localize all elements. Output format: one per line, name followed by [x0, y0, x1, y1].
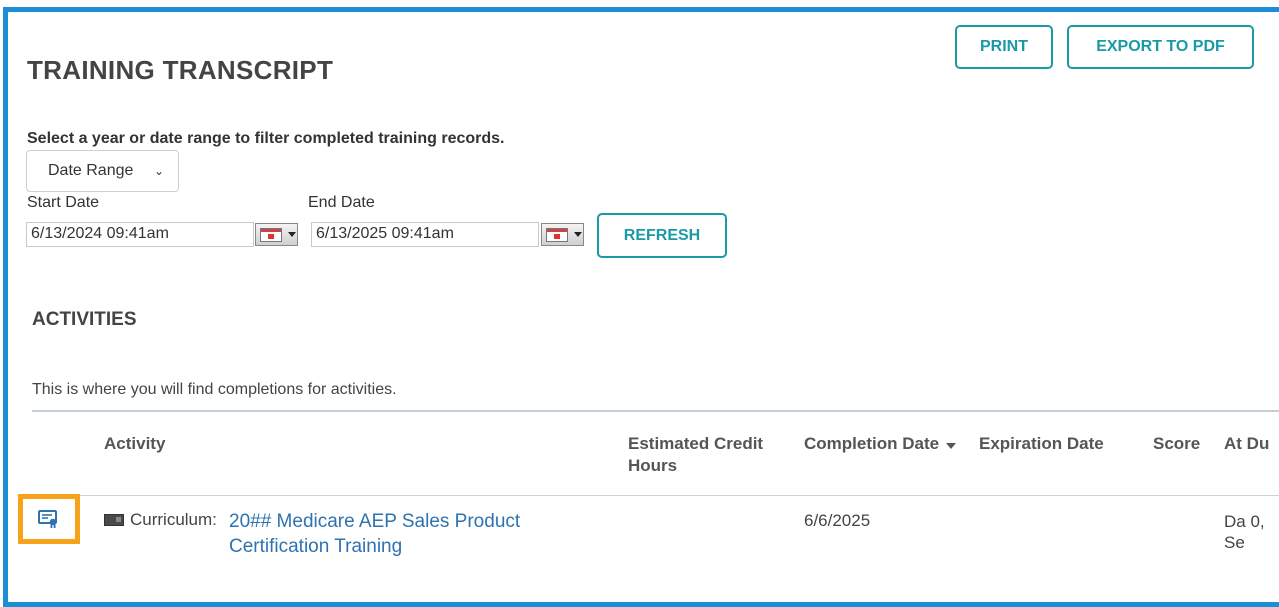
completion-date-header-label: Completion Date — [804, 434, 940, 453]
activity-title-link[interactable]: 20## Medicare AEP Sales Product Certific… — [229, 509, 589, 559]
calendar-icon — [260, 227, 282, 242]
divider — [32, 495, 1279, 496]
attempt-duration-value: Da 0, Se — [1224, 512, 1265, 552]
filter-mode-select[interactable]: Date Range ⌄ — [26, 150, 179, 192]
column-header-attempt-duration[interactable]: At Du — [1224, 433, 1279, 455]
dropdown-arrow-icon — [574, 232, 582, 237]
activities-description: This is where you will find completions … — [32, 381, 397, 398]
completion-date-value: 6/6/2025 — [804, 511, 871, 530]
divider — [32, 410, 1279, 412]
filter-mode-value: Date Range — [48, 162, 134, 179]
activity-type-label: Curriculum: — [130, 510, 217, 529]
end-date-label: End Date — [308, 194, 375, 211]
dropdown-arrow-icon — [288, 232, 296, 237]
certificate-highlight — [18, 494, 80, 544]
start-date-label: Start Date — [27, 194, 100, 211]
column-header-score[interactable]: Score — [1153, 433, 1200, 455]
export-pdf-button[interactable]: EXPORT TO PDF — [1067, 25, 1254, 69]
certificate-button[interactable] — [23, 499, 75, 539]
column-header-expiration-date[interactable]: Expiration Date — [979, 433, 1104, 455]
filter-instruction: Select a year or date range to filter co… — [27, 130, 505, 147]
calendar-icon — [546, 227, 568, 242]
column-header-activity[interactable]: Activity — [104, 433, 165, 455]
column-header-credit-hours[interactable]: Estimated Credit Hours — [628, 433, 788, 477]
activities-heading: ACTIVITIES — [32, 309, 137, 330]
sort-down-icon — [946, 442, 957, 449]
start-date-input[interactable]: 6/13/2024 09:41am — [26, 222, 254, 247]
end-date-input[interactable]: 6/13/2025 09:41am — [311, 222, 539, 247]
start-date-calendar-button[interactable] — [255, 223, 298, 246]
end-date-calendar-button[interactable] — [541, 223, 584, 246]
certificate-icon — [38, 510, 57, 528]
curriculum-icon — [104, 514, 124, 526]
page-title: TRAINING TRANSCRIPT — [27, 55, 334, 85]
column-header-completion-date[interactable]: Completion Date — [804, 433, 957, 455]
refresh-button[interactable]: REFRESH — [597, 213, 727, 258]
print-button[interactable]: PRINT — [955, 25, 1053, 69]
chevron-down-icon: ⌄ — [153, 164, 164, 178]
